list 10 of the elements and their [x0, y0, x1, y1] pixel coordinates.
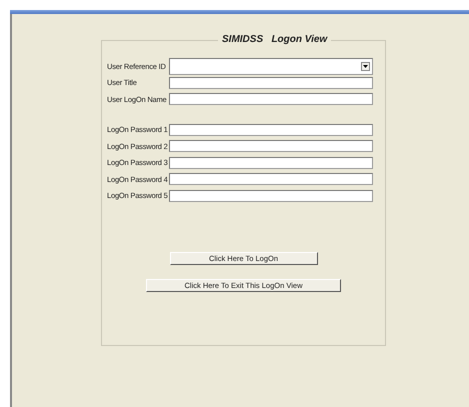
- dropdown-arrow-icon[interactable]: [361, 62, 370, 71]
- dropdown-field[interactable]: [169, 58, 373, 75]
- input-field[interactable]: [169, 156, 373, 169]
- input-field[interactable]: [169, 173, 373, 186]
- input-field[interactable]: [169, 93, 373, 106]
- input-field[interactable]: [169, 76, 373, 89]
- input-field[interactable]: [169, 190, 373, 202]
- group-title: SIMIDSS Logon View: [218, 32, 332, 47]
- input-field[interactable]: [169, 124, 373, 136]
- input-field[interactable]: [169, 140, 373, 152]
